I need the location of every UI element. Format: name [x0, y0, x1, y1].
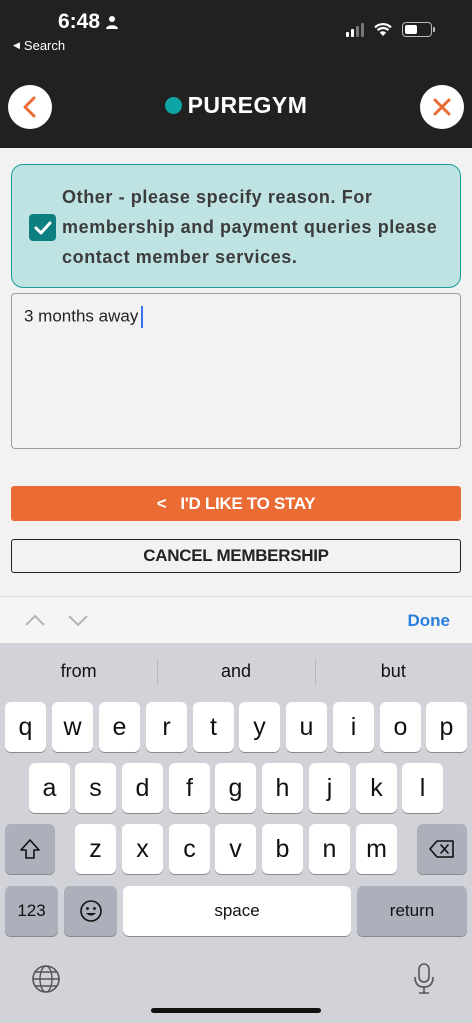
key-a[interactable]: a — [29, 763, 70, 813]
key-f[interactable]: f — [169, 763, 210, 813]
key-w[interactable]: w — [52, 702, 93, 752]
emoji-key[interactable] — [64, 886, 117, 936]
key-p[interactable]: p — [426, 702, 467, 752]
reason-checkbox[interactable] — [29, 214, 56, 241]
key-u[interactable]: u — [286, 702, 327, 752]
suggestion-item[interactable]: but — [314, 643, 472, 699]
emoji-icon — [79, 900, 102, 922]
status-indicators — [346, 22, 435, 37]
brand-name: PUREGYM — [187, 92, 308, 118]
stay-button[interactable]: < I'D LIKE TO STAY — [11, 486, 461, 521]
predictive-suggestions: from and but — [0, 643, 472, 699]
reason-option-other[interactable]: Other - please specify reason. For membe… — [11, 164, 461, 288]
suggestion-item[interactable]: from — [0, 643, 157, 699]
return-key[interactable]: return — [357, 886, 467, 936]
app-header: 6:48 ◀ Search PUREGYM — [0, 0, 472, 148]
key-r[interactable]: r — [146, 702, 187, 752]
key-x[interactable]: x — [122, 824, 163, 874]
person-icon — [106, 16, 119, 29]
done-button[interactable]: Done — [408, 611, 451, 631]
shift-arrow-icon — [20, 839, 40, 859]
close-button[interactable] — [420, 85, 464, 129]
back-triangle-icon: ◀ — [13, 40, 20, 50]
key-k[interactable]: k — [356, 763, 397, 813]
key-m[interactable]: m — [356, 824, 397, 874]
back-app-label: Search — [23, 38, 66, 53]
microphone-icon[interactable] — [412, 962, 436, 996]
status-time: 6:48 — [58, 10, 119, 34]
key-l[interactable]: l — [402, 763, 443, 813]
numbers-key[interactable]: 123 — [5, 886, 58, 936]
shift-key[interactable] — [5, 824, 55, 874]
space-key[interactable]: space — [123, 886, 351, 936]
key-h[interactable]: h — [262, 763, 303, 813]
key-z[interactable]: z — [75, 824, 116, 874]
key-t[interactable]: t — [193, 702, 234, 752]
wifi-icon — [374, 23, 392, 36]
reason-text-value: 3 months away — [24, 306, 139, 326]
key-q[interactable]: q — [5, 702, 46, 752]
backspace-icon — [429, 840, 454, 858]
key-j[interactable]: j — [309, 763, 350, 813]
globe-icon[interactable] — [31, 964, 61, 994]
stay-chevron-icon: < — [156, 493, 167, 513]
key-s[interactable]: s — [75, 763, 116, 813]
keyboard-accessory-bar: Done — [0, 596, 472, 643]
key-b[interactable]: b — [262, 824, 303, 874]
suggestion-item[interactable]: and — [157, 643, 314, 699]
key-v[interactable]: v — [215, 824, 256, 874]
keyboard: from and but q w e r t y u i o p a s d f… — [0, 643, 472, 1023]
cancel-membership-button[interactable]: CANCEL MEMBERSHIP — [11, 539, 461, 573]
key-d[interactable]: d — [122, 763, 163, 813]
cancel-button-label: CANCEL MEMBERSHIP — [143, 546, 329, 565]
puregym-logo: PUREGYM — [0, 92, 472, 119]
close-icon — [433, 98, 451, 116]
cellular-signal-icon — [346, 22, 364, 37]
battery-icon — [402, 22, 435, 37]
back-to-search-link[interactable]: ◀ Search — [13, 38, 65, 53]
reason-textarea[interactable]: 3 months away — [11, 293, 461, 449]
logo-dot-icon — [164, 97, 182, 114]
key-i[interactable]: i — [333, 702, 374, 752]
previous-field-icon[interactable] — [24, 609, 46, 631]
key-o[interactable]: o — [380, 702, 421, 752]
key-y[interactable]: y — [239, 702, 280, 752]
key-g[interactable]: g — [215, 763, 256, 813]
text-caret — [141, 306, 144, 328]
key-e[interactable]: e — [99, 702, 140, 752]
key-n[interactable]: n — [309, 824, 350, 874]
delete-key[interactable] — [417, 824, 467, 874]
stay-button-label: I'D LIKE TO STAY — [180, 493, 316, 513]
checkmark-icon — [34, 221, 51, 234]
key-c[interactable]: c — [169, 824, 210, 874]
reason-option-label: Other - please specify reason. For membe… — [62, 187, 438, 267]
next-field-icon[interactable] — [67, 609, 89, 631]
home-indicator[interactable] — [151, 1008, 321, 1013]
